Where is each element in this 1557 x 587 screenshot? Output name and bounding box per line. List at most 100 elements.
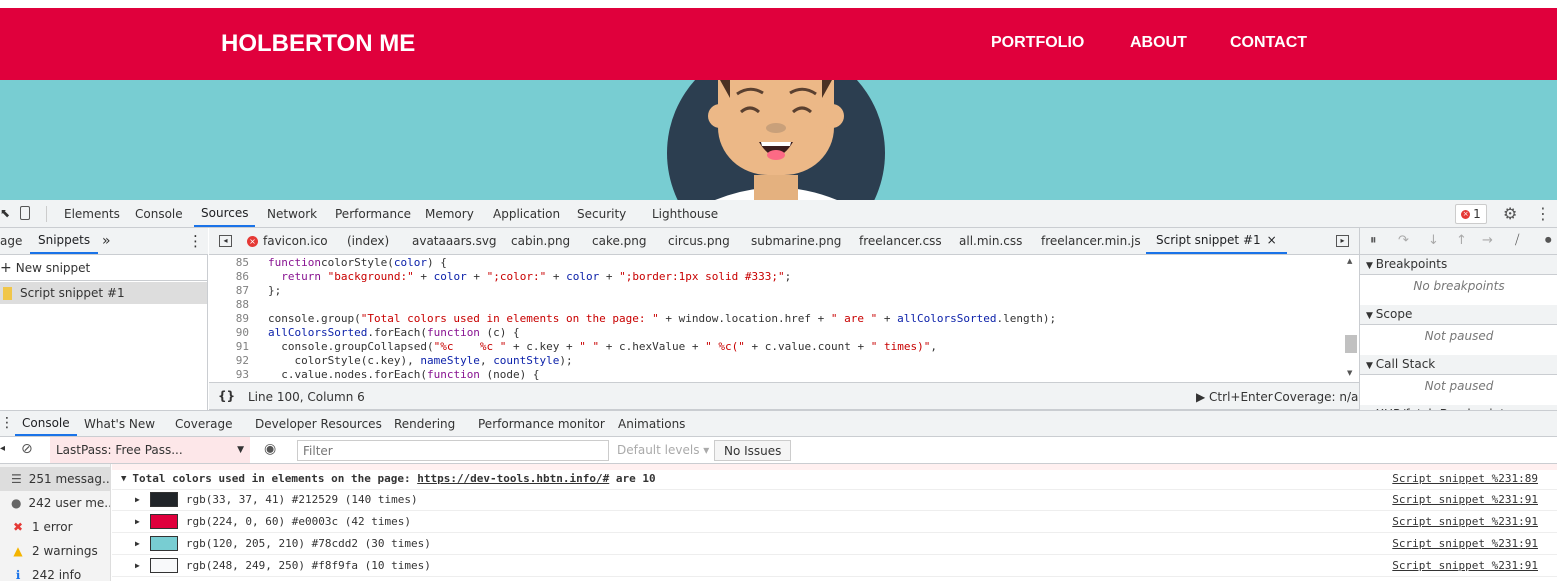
console-sidebar-item[interactable]: ✖ 1 error <box>0 515 110 539</box>
line-number: 91 <box>235 340 249 353</box>
source-link[interactable]: Script snippet %231:91 <box>1392 537 1538 550</box>
tab-memory[interactable]: Memory <box>425 200 474 227</box>
console-sidebar-item[interactable]: ▲ 2 warnings <box>0 539 110 563</box>
tab-lighthouse[interactable]: Lighthouse <box>652 200 718 227</box>
issues-button[interactable]: No Issues <box>714 440 792 461</box>
console-sidebar-item[interactable]: ☰ 251 messag... <box>0 467 110 491</box>
deactivate-breakpoints-icon[interactable]: ⧸ <box>1515 233 1519 248</box>
inspect-icon[interactable]: ⬉ <box>0 206 10 220</box>
section-breakpoints[interactable]: ▼ Breakpoints <box>1360 255 1557 275</box>
more-tabs-icon[interactable]: » <box>102 228 111 254</box>
file-tab[interactable]: submarine.png <box>751 228 841 254</box>
more-vertical-icon[interactable]: ⋮ <box>188 228 203 254</box>
code-line: 91 console.groupCollapsed("%c %c " + c.k… <box>209 340 1342 354</box>
source-link[interactable]: Script snippet %231:91 <box>1392 515 1538 528</box>
brand-link[interactable]: HOLBERTON ME <box>221 30 415 58</box>
sidebar-toggle-icon[interactable]: ◂ <box>0 443 5 454</box>
run-snippet-button[interactable]: ▶ Ctrl+Enter <box>1196 390 1273 404</box>
file-tab[interactable]: cake.png <box>592 228 647 254</box>
code-line: 89 console.group("Total colors used in el… <box>209 312 1342 326</box>
new-snippet-button[interactable]: + New snippet <box>0 255 207 281</box>
file-tab[interactable]: freelancer.min.js <box>1041 228 1141 254</box>
nav-about[interactable]: ABOUT <box>1130 34 1187 52</box>
collapsed-triangle-icon[interactable]: ▶ <box>135 495 140 504</box>
close-icon[interactable]: × <box>1267 233 1277 247</box>
step-out-icon[interactable]: ↑ <box>1456 233 1467 248</box>
toggle-navigator-icon[interactable]: ◂ <box>219 235 232 247</box>
error-count-badge[interactable]: × 1 <box>1455 204 1487 224</box>
clear-console-icon[interactable]: ⊘ <box>21 441 33 457</box>
pretty-print-icon[interactable]: {} <box>218 389 235 403</box>
tab-network[interactable]: Network <box>267 200 317 227</box>
more-vertical-icon[interactable]: ⋮ <box>1535 204 1551 223</box>
console-group-header[interactable]: ▼ Total colors used in elements on the p… <box>112 468 1557 490</box>
drawer-tab-coverage[interactable]: Coverage <box>175 411 233 436</box>
drawer-menu-icon[interactable]: ⋮ <box>0 415 14 431</box>
step-icon[interactable]: → <box>1482 233 1493 248</box>
tab-snippets[interactable]: Snippets <box>30 228 99 254</box>
file-tab[interactable]: Script snippet #1 × <box>1146 228 1287 254</box>
console-color-row[interactable]: ▶ rgb(224, 0, 60) #e0003c (42 times) Scrip… <box>112 511 1557 533</box>
drawer-tab-console[interactable]: Console <box>15 411 77 436</box>
drawer-tab-developer-resources[interactable]: Developer Resources <box>255 411 382 436</box>
step-over-icon[interactable]: ↷ <box>1398 233 1409 248</box>
collapsed-triangle-icon[interactable]: ▶ <box>135 561 140 570</box>
console-sidebar-item[interactable]: ℹ 242 info <box>0 563 110 587</box>
play-icon: ▶ <box>1196 390 1210 404</box>
code-line: 87}; <box>209 284 1342 298</box>
tab-console[interactable]: Console <box>135 200 183 227</box>
code-editor[interactable]: 85 functioncolorStyle(color) {86 return "… <box>209 256 1342 383</box>
file-tab[interactable]: all.min.css <box>959 228 1022 254</box>
collapsed-triangle-icon[interactable]: ▶ <box>135 517 140 526</box>
code-token: " " <box>579 340 600 353</box>
expanded-triangle-icon[interactable]: ▼ <box>121 474 126 484</box>
file-tab[interactable]: circus.png <box>668 228 730 254</box>
nav-contact[interactable]: CONTACT <box>1230 34 1307 52</box>
device-toggle-icon[interactable] <box>20 206 30 220</box>
page-url-link[interactable]: https://dev-tools.hbtn.info/# <box>417 472 609 485</box>
console-sidebar-item[interactable]: ● 242 user me... <box>0 491 110 515</box>
file-tab[interactable]: cabin.png <box>511 228 570 254</box>
file-tab[interactable]: × favicon.ico <box>247 228 328 254</box>
file-tab[interactable]: freelancer.css <box>859 228 942 254</box>
console-color-row[interactable]: ▶ rgb(248, 249, 250) #f8f9fa (10 times) Sc… <box>112 555 1557 577</box>
nav-portfolio[interactable]: PORTFOLIO <box>991 34 1084 52</box>
tab-security[interactable]: Security <box>577 200 626 227</box>
file-tab-label: all.min.css <box>959 234 1023 248</box>
drawer-tab-what-s-new[interactable]: What's New <box>84 411 155 436</box>
tab-sources[interactable]: Sources <box>194 200 256 227</box>
section-body: Not paused <box>1424 379 1494 393</box>
live-expression-eye-icon[interactable]: ◉ <box>264 441 276 457</box>
file-tab[interactable]: (index) <box>347 228 389 254</box>
pause-icon[interactable]: ⏸ <box>1370 233 1377 248</box>
tab-performance[interactable]: Performance <box>335 200 411 227</box>
section-scope[interactable]: ▼ Scope <box>1360 305 1557 325</box>
console-color-row[interactable]: ▶ rgb(33, 37, 41) #212529 (140 times) Scri… <box>112 489 1557 511</box>
run-shortcut: Ctrl+Enter <box>1209 390 1273 404</box>
default-levels-dropdown[interactable]: Default levels ▾ <box>617 443 709 457</box>
tab-application[interactable]: Application <box>493 200 560 227</box>
pause-on-exceptions-icon[interactable]: ⏺ <box>1545 233 1552 248</box>
drawer-tab-performance-monitor[interactable]: Performance monitor <box>478 411 605 436</box>
context-selector[interactable]: LastPass: Free Pass... ▼ <box>50 437 250 463</box>
section-call-stack[interactable]: ▼ Call Stack <box>1360 355 1557 375</box>
gear-icon[interactable]: ⚙ <box>1503 204 1517 223</box>
snippet-item[interactable]: Script snippet #1 <box>0 282 207 304</box>
triangle-icon: ▼ <box>1366 361 1376 371</box>
collapsed-triangle-icon[interactable]: ▶ <box>135 539 140 548</box>
drawer-tab-rendering[interactable]: Rendering <box>394 411 455 436</box>
toggle-debugger-icon[interactable]: ▸ <box>1336 235 1349 247</box>
tab-elements[interactable]: Elements <box>64 200 120 227</box>
source-link[interactable]: Script snippet %231:91 <box>1392 493 1538 506</box>
source-link[interactable]: Script snippet %231:89 <box>1392 472 1538 485</box>
console-color-row[interactable]: ▶ rgb(120, 205, 210) #78cdd2 (30 times) Sc… <box>112 533 1557 555</box>
file-tab[interactable]: avataaars.svg <box>412 228 497 254</box>
step-into-icon[interactable]: ↓ <box>1428 233 1439 248</box>
drawer-tab-animations[interactable]: Animations <box>618 411 685 436</box>
editor-scrollbar[interactable]: ▲ ▼ <box>1343 255 1359 382</box>
console-filter-input[interactable] <box>297 440 609 461</box>
tab-page[interactable]: age <box>0 228 22 254</box>
code-line: 86 return "background:" + color + ";colo… <box>209 270 1342 284</box>
source-link[interactable]: Script snippet %231:91 <box>1392 559 1538 572</box>
